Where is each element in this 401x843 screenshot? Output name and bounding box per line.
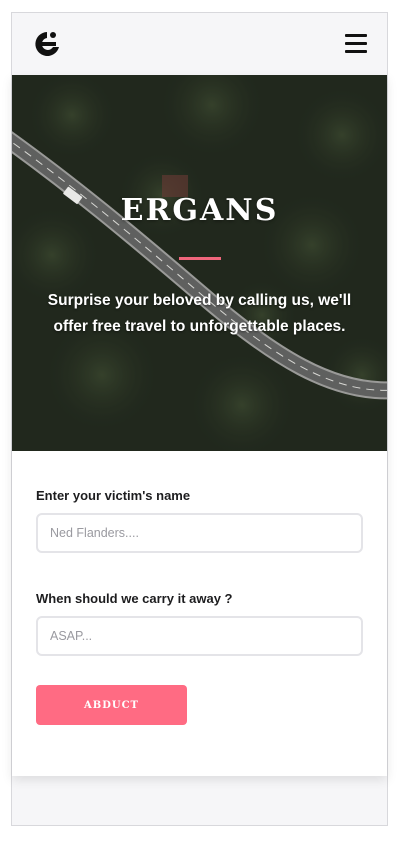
hero-tagline: Surprise your beloved by calling us, we'… [47, 292, 352, 335]
forest-road-background-image [12, 75, 387, 451]
abduct-button[interactable]: ABDUCT [36, 685, 187, 725]
booking-card: ERGANS Surprise your beloved by calling … [12, 75, 387, 776]
logo-icon[interactable] [31, 29, 63, 59]
hero-banner: ERGANS Surprise your beloved by calling … [12, 75, 387, 451]
title-divider [179, 257, 221, 260]
brand-title: ERGANS [120, 193, 279, 228]
app-frame: ERGANS Surprise your beloved by calling … [11, 12, 388, 826]
victim-name-input[interactable] [36, 513, 363, 553]
when-field-label: When should we carry it away ? [36, 591, 233, 606]
hamburger-menu-icon[interactable] [345, 34, 367, 54]
name-field-label: Enter your victim's name [36, 488, 191, 503]
when-input[interactable] [36, 616, 363, 656]
top-navbar [12, 13, 387, 75]
